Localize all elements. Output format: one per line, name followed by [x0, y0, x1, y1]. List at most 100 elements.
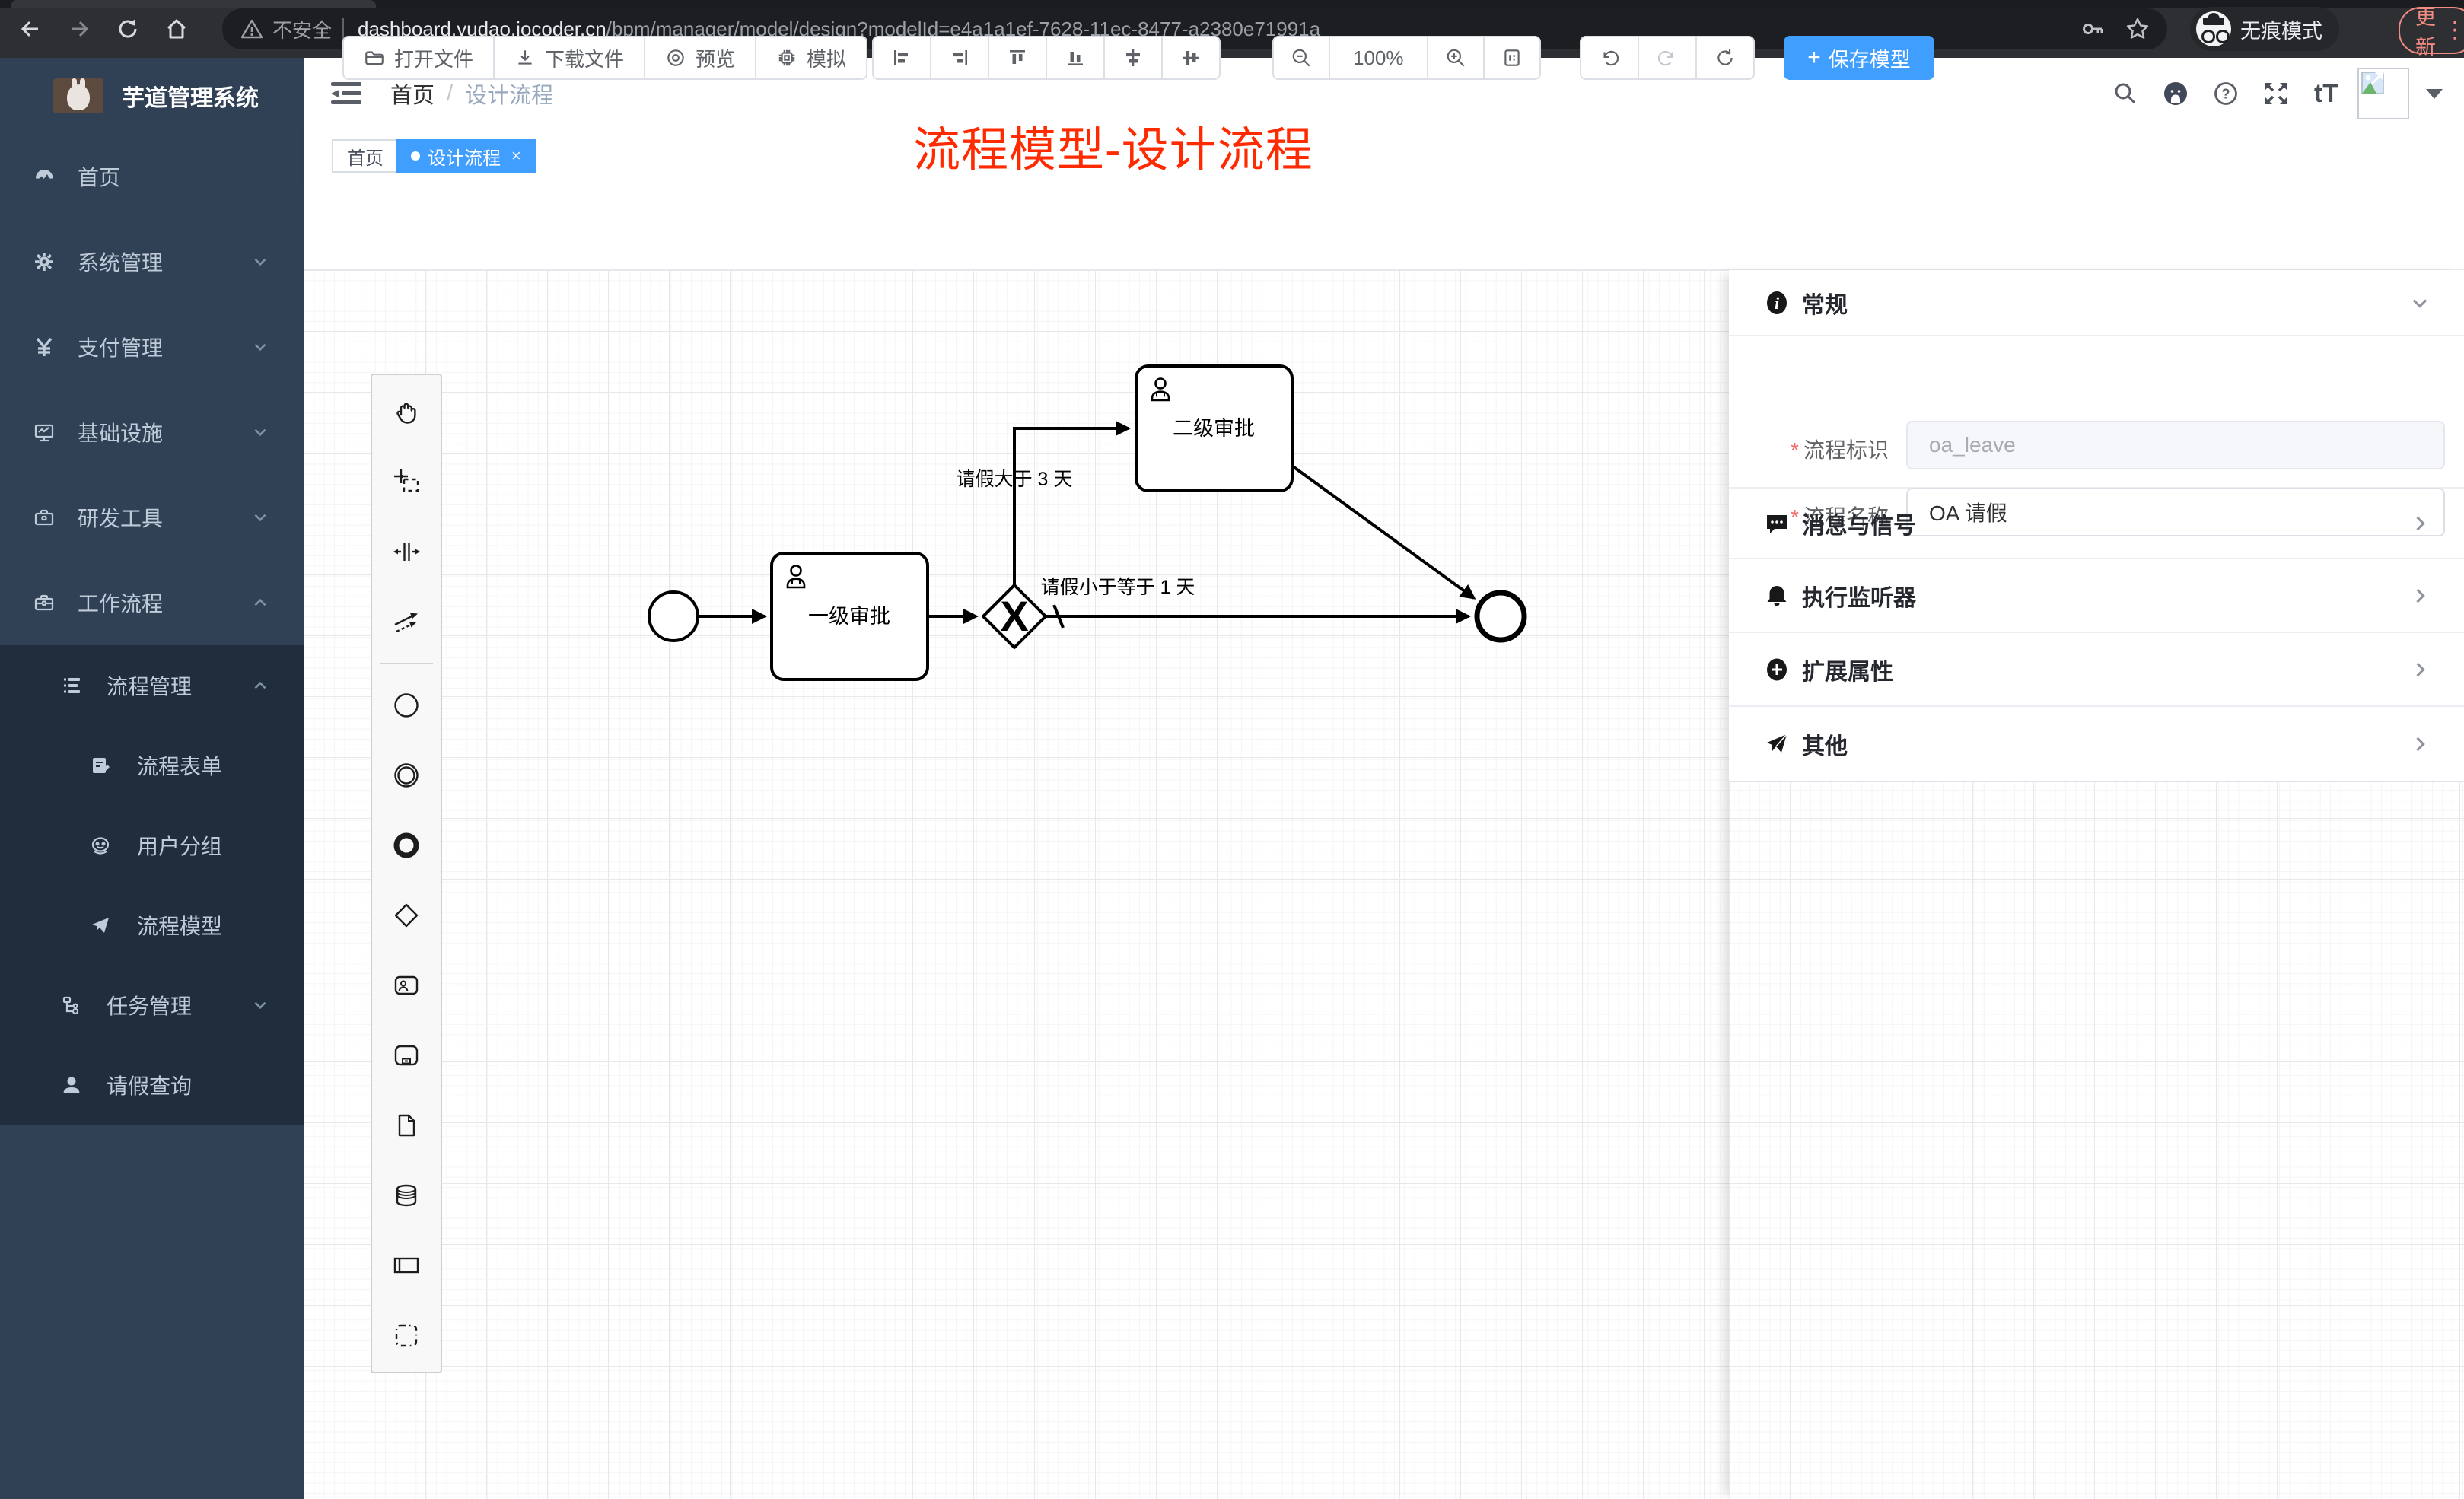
form-edit-icon: [90, 755, 111, 776]
section-message-signal[interactable]: 消息与信号: [1729, 489, 2464, 559]
sidebar-item-task-mgmt[interactable]: 任务管理: [0, 965, 304, 1045]
yen-icon: [33, 336, 55, 358]
sidebar-logo-row[interactable]: 芋道管理系统: [0, 58, 304, 134]
incognito-badge: 无痕模式: [2190, 7, 2339, 51]
sidebar-item-infra[interactable]: 基础设施: [0, 390, 304, 475]
browser-tab[interactable]: [11, 0, 376, 8]
search-icon[interactable]: [2100, 68, 2150, 119]
redo-button[interactable]: [1638, 37, 1695, 78]
browser-reload-button[interactable]: [110, 11, 146, 47]
section-extended-attributes[interactable]: 扩展属性: [1729, 633, 2464, 707]
browser-home-button[interactable]: [158, 11, 195, 47]
file-button-group: 打开文件 下载文件 预览 模拟: [342, 36, 867, 80]
save-model-button[interactable]: + 保存模型: [1784, 36, 1934, 80]
breadcrumb-separator: /: [447, 81, 453, 107]
align-bottom-button[interactable]: [1046, 37, 1103, 78]
flow-list-icon: [61, 675, 82, 696]
align-center-vertical-button[interactable]: [1161, 37, 1219, 78]
align-top-button[interactable]: [988, 37, 1046, 78]
sidebar-item-process-model[interactable]: 流程模型: [0, 885, 304, 965]
section-other[interactable]: 其他: [1729, 707, 2464, 781]
flow-label-gt3[interactable]: 请假大于 3 天: [957, 469, 1073, 490]
tag-close-icon[interactable]: ×: [511, 146, 521, 166]
align-left-button[interactable]: [874, 37, 930, 78]
browser-forward-button[interactable]: [61, 11, 97, 47]
help-icon[interactable]: ?: [2201, 68, 2251, 119]
task-label: 二级审批: [1173, 417, 1255, 440]
briefcase-icon: [33, 592, 55, 613]
properties-panel: i 常规 *流程标识 *流程名称 消息与信号: [1729, 270, 2464, 782]
sidebar-collapse-icon[interactable]: [331, 81, 361, 107]
sidebar-item-system[interactable]: 系统管理: [0, 219, 304, 304]
app-window: 不安全 dashboard.yudao.iocoder.cn/bpm/manag…: [0, 0, 2464, 1499]
exclusive-gateway[interactable]: X: [983, 585, 1046, 648]
flow-label-le1[interactable]: 请假小于等于 1 天: [1041, 577, 1195, 598]
chevron-right-icon: [2409, 734, 2431, 755]
sidebar-item-devtools[interactable]: 研发工具: [0, 475, 304, 560]
folder-icon: [364, 47, 385, 68]
browser-update-button[interactable]: 更新 ⋮: [2399, 7, 2464, 54]
bookmark-star-icon[interactable]: [2125, 16, 2150, 42]
plus-circle-icon: [1764, 657, 1790, 683]
avatar-caret-icon[interactable]: [2426, 89, 2443, 99]
process-key-input[interactable]: [1906, 421, 2445, 469]
start-event[interactable]: [649, 592, 698, 641]
zoom-button-group: 100%: [1272, 36, 1541, 80]
align-right-button[interactable]: [930, 37, 988, 78]
zoom-in-button[interactable]: [1427, 37, 1483, 78]
incognito-label: 无痕模式: [2240, 14, 2322, 44]
avatar[interactable]: [2357, 68, 2409, 119]
preview-button[interactable]: 预览: [644, 37, 755, 78]
zoom-level-value[interactable]: 100%: [1329, 37, 1427, 78]
general-fields: *流程标识 *流程名称: [1729, 336, 2464, 489]
simulate-button[interactable]: 模拟: [755, 37, 866, 78]
sidebar-item-payment[interactable]: 支付管理: [0, 304, 304, 390]
user-task-level2[interactable]: 二级审批: [1136, 366, 1292, 491]
chevron-right-icon: [2409, 659, 2431, 680]
paper-plane-icon: [90, 915, 111, 936]
restart-button[interactable]: [1695, 37, 1753, 78]
chevron-down-icon: [250, 995, 270, 1015]
breadcrumb-home[interactable]: 首页: [390, 78, 435, 110]
zoom-out-button[interactable]: [1274, 37, 1329, 78]
zoom-reset-button[interactable]: [1483, 37, 1539, 78]
sidebar-item-leave-query[interactable]: 请假查询: [0, 1045, 304, 1125]
chevron-down-icon: [2409, 292, 2431, 313]
sidebar-item-home[interactable]: 首页: [0, 134, 304, 219]
font-size-icon[interactable]: tT: [2301, 68, 2351, 119]
browser-menu-icon[interactable]: ⋮: [2443, 19, 2464, 42]
robot-face-icon: [90, 835, 111, 856]
sidebar-item-process-form[interactable]: 流程表单: [0, 725, 304, 805]
security-label: 不安全: [272, 15, 332, 43]
end-event[interactable]: [1477, 593, 1524, 640]
fullscreen-icon[interactable]: [2251, 68, 2301, 119]
flow-task2-to-end[interactable]: [1290, 464, 1474, 598]
section-execution-listener[interactable]: 执行监听器: [1729, 559, 2464, 633]
flow-gateway-to-task2[interactable]: [1014, 428, 1129, 585]
chevron-up-icon: [250, 593, 270, 613]
sidebar-item-process-mgmt[interactable]: 流程管理: [0, 645, 304, 725]
gateway-x-marker: X: [1000, 592, 1028, 640]
breadcrumb-current: 设计流程: [465, 78, 553, 110]
bell-icon: [1764, 583, 1790, 609]
user-task-level1[interactable]: 一级审批: [772, 553, 928, 679]
tag-design-process[interactable]: 设计流程 ×: [396, 139, 536, 173]
app-logo-image: [53, 78, 103, 113]
align-center-horizontal-button[interactable]: [1103, 37, 1161, 78]
section-general[interactable]: i 常规: [1729, 270, 2464, 336]
open-file-button[interactable]: 打开文件: [344, 37, 493, 78]
broken-image-icon: [2361, 72, 2384, 94]
sidebar-item-workflow[interactable]: 工作流程: [0, 560, 304, 645]
github-icon[interactable]: [2150, 68, 2201, 119]
update-label: 更新: [2415, 1, 2436, 60]
chip-icon: [776, 47, 797, 68]
sidebar-item-user-group[interactable]: 用户分组: [0, 805, 304, 885]
browser-back-button[interactable]: [12, 11, 49, 47]
monitor-icon: [33, 422, 55, 443]
incognito-icon: [2196, 11, 2231, 46]
password-key-icon[interactable]: [2080, 17, 2105, 41]
tag-home[interactable]: 首页: [332, 139, 399, 173]
undo-button[interactable]: [1581, 37, 1638, 78]
download-file-button[interactable]: 下载文件: [493, 37, 644, 78]
app-title: 芋道管理系统: [122, 79, 259, 113]
